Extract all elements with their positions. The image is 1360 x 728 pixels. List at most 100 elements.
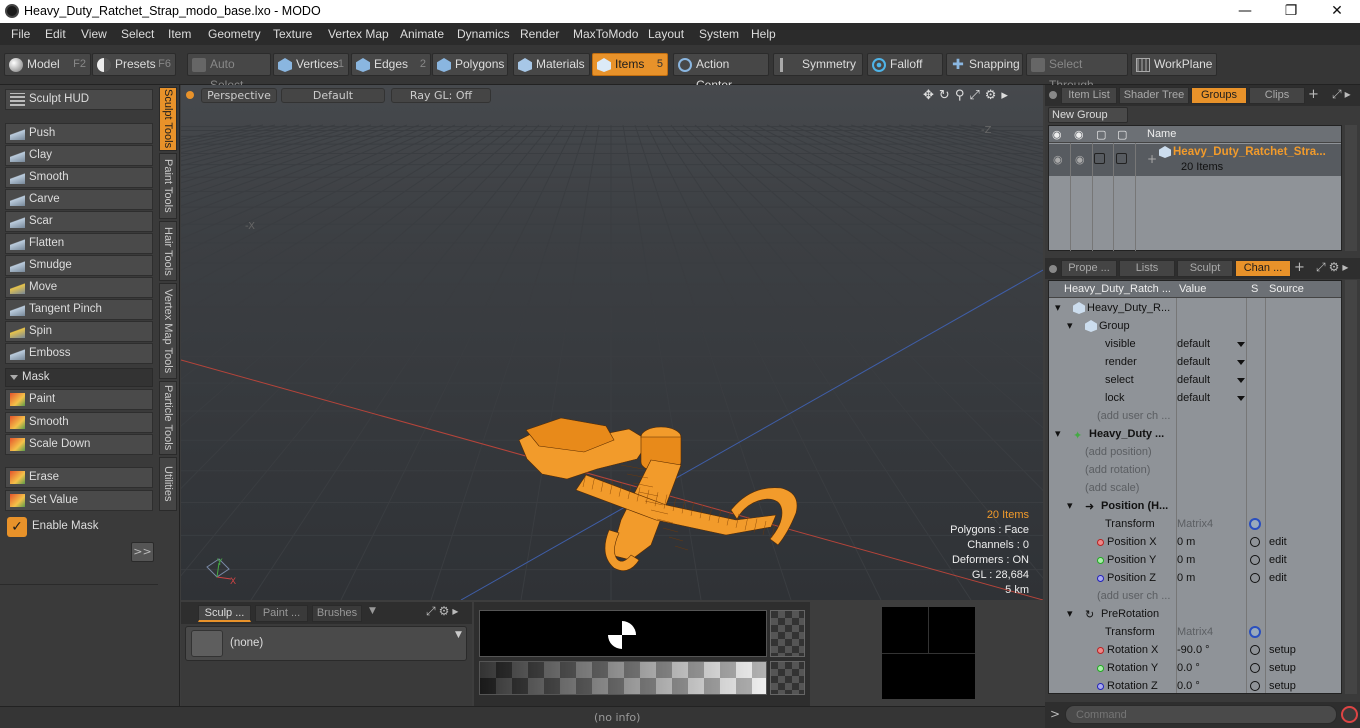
tab-particle-tools[interactable]: Particle Tools [159,381,177,455]
expand-plus-icon[interactable]: + [1147,152,1157,166]
chevron-down-icon[interactable] [1237,360,1245,365]
add-tab-icon[interactable]: + [1294,260,1305,275]
menu-layout[interactable]: Layout [648,27,684,41]
mask-set-value[interactable]: Set Value [5,490,153,511]
chevron-down-icon[interactable] [1237,342,1245,347]
tool-tangent-pinch[interactable]: Tangent Pinch [5,299,153,320]
menu-animate[interactable]: Animate [400,27,444,41]
tab-item-list[interactable]: Item List [1061,87,1117,104]
add-user-channel[interactable]: (add user ch ... [1049,407,1340,425]
channel-row-rotation-z[interactable]: Rotation Z 0.0 ° setup [1049,677,1340,693]
expand-icon[interactable]: ⤢ [1332,87,1345,101]
raygl-dropdown[interactable]: Ray GL: Off [391,88,491,103]
3d-viewport[interactable]: X Y Perspective Default Ray GL: Off ✥↻⚲⤢… [181,85,1043,600]
perspective-dropdown[interactable]: Perspective [201,88,277,103]
gear-icon[interactable]: ⚙ [985,88,1002,103]
menu-item[interactable]: Item [168,27,191,41]
channels-scrollbar[interactable] [1345,280,1357,694]
snapping-button[interactable]: ✚ Snapping [946,53,1023,76]
menu-help[interactable]: Help [751,27,776,41]
tool-scar[interactable]: Scar [5,211,153,232]
tab-sculpt-tools[interactable]: Sculpt Tools [159,87,177,151]
presets-button[interactable]: Presets F6 [92,53,176,76]
menu-system[interactable]: System [699,27,739,41]
lock-icon[interactable]: ▢ [1096,128,1106,141]
symmetry-button[interactable]: Symmetry [773,53,863,76]
select-through-button[interactable]: Select Through [1026,53,1128,92]
tab-properties[interactable]: Prope ... [1061,260,1117,277]
tab-paint[interactable]: Paint ... [255,605,308,622]
viewport-menu-icon[interactable] [186,91,194,99]
channel-row-group[interactable]: ▾ Group [1049,317,1340,335]
tab-hair-tools[interactable]: Hair Tools [159,221,177,281]
panel-menu-icon[interactable] [1049,91,1057,99]
mask-erase[interactable]: Erase [5,467,153,488]
tab-sculpt[interactable]: Sculpt [1177,260,1233,277]
tool-spin[interactable]: Spin [5,321,153,342]
channel-row-position[interactable]: ▾ ➜ Position (H... [1049,497,1340,515]
channel-row-lock[interactable]: lock default [1049,389,1340,407]
chevron-down-icon[interactable] [1237,378,1245,383]
channel-row-transform-2[interactable]: Transform Matrix4 [1049,623,1340,641]
mask-paint[interactable]: Paint [5,389,153,410]
gear-icon[interactable]: ⚙ [1329,260,1343,274]
action-center-button[interactable]: Action Center [673,53,769,92]
channel-row-position-z[interactable]: Position Z0 m edit [1049,569,1340,587]
select-toggle[interactable] [1116,153,1127,164]
channel-row-item[interactable]: ▾ Heavy_Duty_R... [1049,299,1340,317]
channels-menu-icon[interactable] [1049,265,1057,273]
tool-push[interactable]: Push [5,123,153,144]
model-button[interactable]: Model F2 [4,53,91,76]
tool-flatten[interactable]: Flatten [5,233,153,254]
zoom-icon[interactable]: ⚲ [955,88,970,103]
auto-select-button[interactable]: Auto Select [187,53,271,92]
select-icon[interactable]: ▢ [1117,128,1127,141]
channel-row-locator[interactable]: ▾ ✦ Heavy_Duty ... [1049,425,1340,443]
play-icon[interactable]: ▸ [1342,260,1351,274]
expand-icon[interactable]: ⤢ [426,604,439,618]
render-toggle-icon[interactable]: ◉ [1075,153,1085,166]
play-icon[interactable]: ▸ [1001,88,1013,103]
fit-icon[interactable]: ⤢ [969,88,984,103]
menu-render[interactable]: Render [520,27,559,41]
tab-groups[interactable]: Groups [1191,87,1247,104]
tab-lists[interactable]: Lists [1119,260,1175,277]
gear-link-icon[interactable] [1249,626,1261,638]
tool-emboss[interactable]: Emboss [5,343,153,364]
brush-selector[interactable]: (none) ▼ [185,626,467,661]
expand-icon[interactable]: ⤢ [1316,260,1329,274]
items-button[interactable]: Items 5 [592,53,668,76]
tab-utilities[interactable]: Utilities [159,457,177,511]
enable-mask-checkbox[interactable]: ✓ [7,517,27,537]
lock-toggle[interactable] [1094,153,1105,164]
tool-smooth[interactable]: Smooth [5,167,153,188]
channel-row-transform[interactable]: Transform Matrix4 [1049,515,1340,533]
maximize-button[interactable]: ❐ [1268,0,1314,23]
add-rotation[interactable]: (add rotation) [1049,461,1340,479]
tool-move[interactable]: Move [5,277,153,298]
gear-link-icon[interactable] [1249,518,1261,530]
menu-view[interactable]: View [81,27,107,41]
rotate-icon[interactable]: ↻ [939,88,955,103]
new-group-button[interactable]: New Group [1048,107,1128,123]
command-input[interactable] [1065,705,1337,724]
tab-paint-tools[interactable]: Paint Tools [159,153,177,219]
add-scale[interactable]: (add scale) [1049,479,1340,497]
add-user-channel[interactable]: (add user ch ... [1049,587,1340,605]
tool-clay[interactable]: Clay [5,145,153,166]
pan-icon[interactable]: ✥ [923,88,939,103]
ratchet-strap-mesh[interactable] [518,417,798,571]
mask-scale-down[interactable]: Scale Down [5,434,153,455]
mask-section-header[interactable]: Mask [5,368,153,387]
channel-row-select[interactable]: select default [1049,371,1340,389]
play-icon[interactable]: ▸ [1345,87,1354,101]
tab-vertex-map-tools[interactable]: Vertex Map Tools [159,283,177,379]
visibility-icon[interactable]: ◉ [1053,153,1063,166]
menu-select[interactable]: Select [121,27,154,41]
eye-icon[interactable]: ◉ [1052,128,1062,141]
channel-row-rotation-y[interactable]: Rotation Y 0.0 ° setup [1049,659,1340,677]
mask-smooth[interactable]: Smooth [5,412,153,433]
tab-brushes[interactable]: Brushes [312,605,362,622]
channel-row-position-x[interactable]: Position X0 m edit [1049,533,1340,551]
workplane-button[interactable]: WorkPlane [1131,53,1217,76]
